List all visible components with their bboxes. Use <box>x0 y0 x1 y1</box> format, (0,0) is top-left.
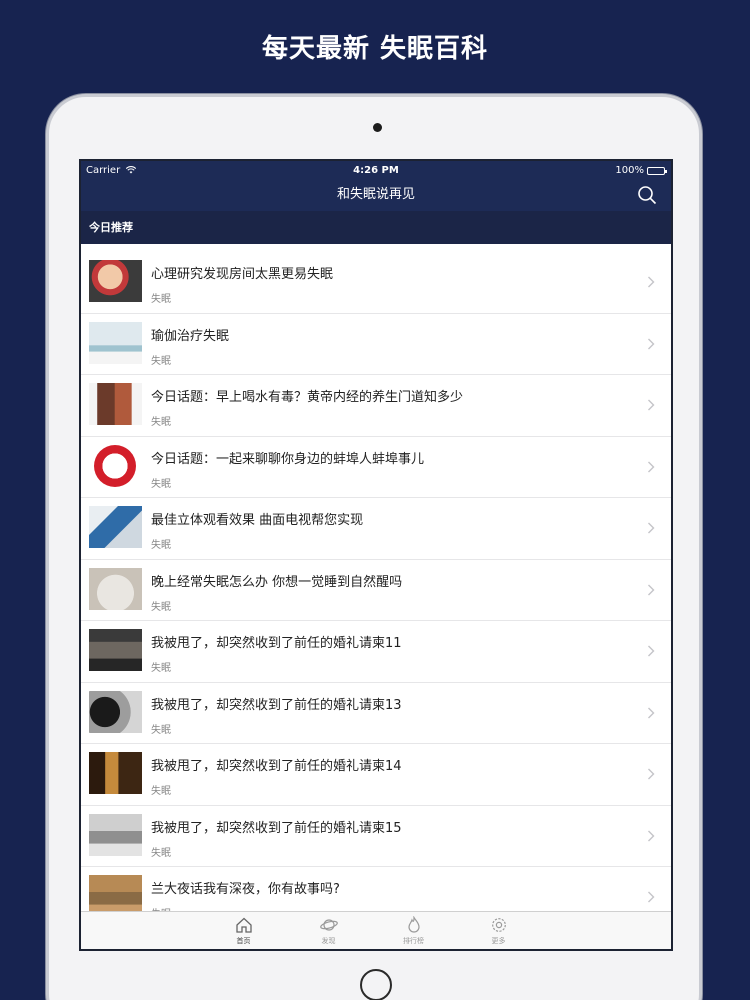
list-item[interactable]: 今日话题：一起来聊聊你身边的蚌埠人蚌埠事儿失眠 <box>81 437 671 498</box>
article-title: 我被甩了，却突然收到了前任的婚礼请柬15 <box>151 820 402 836</box>
tab-gear[interactable]: 更多 <box>456 912 541 949</box>
tab-bar: 首页 发现 排行榜 更多 <box>81 911 671 949</box>
chevron-right-icon <box>648 830 655 841</box>
list-item[interactable]: 晚上经常失眠怎么办 你想一觉睡到自然醒吗失眠 <box>81 560 671 621</box>
status-bar: Carrier 4:26 PM 100% <box>81 161 671 181</box>
gear-icon <box>491 918 506 932</box>
tab-label: 首页 <box>236 937 251 945</box>
chevron-right-icon <box>648 461 655 472</box>
article-category: 失眠 <box>151 478 171 490</box>
flame-icon <box>407 916 420 933</box>
article-title: 晚上经常失眠怎么办 你想一觉睡到自然醒吗 <box>151 574 403 590</box>
article-title: 最佳立体观看效果 曲面电视帮您实现 <box>151 513 364 528</box>
battery-percent: 100% <box>615 165 644 176</box>
article-category: 失眠 <box>151 355 171 367</box>
article-title: 心理研究发现房间太黑更易失眠 <box>151 267 334 282</box>
article-thumbnail <box>89 506 142 548</box>
article-thumbnail <box>89 321 142 364</box>
search-icon[interactable] <box>637 185 657 205</box>
tab-planet[interactable]: 发现 <box>286 912 371 949</box>
ipad-frame: Carrier 4:26 PM 100% 和失眠说再见 今日推荐 心理研究发现房… <box>46 94 702 1000</box>
article-title: 今日话题：早上喝水有毒？黄帝内经的养生门道知多少 <box>151 390 464 405</box>
article-title: 我被甩了，却突然收到了前任的婚礼请柬14 <box>151 759 402 774</box>
article-title: 我被甩了，却突然收到了前任的婚礼请柬13 <box>151 697 402 713</box>
app-screen: Carrier 4:26 PM 100% 和失眠说再见 今日推荐 心理研究发现房… <box>79 159 673 951</box>
home-button[interactable] <box>360 969 392 1000</box>
article-thumbnail <box>89 752 142 794</box>
section-header: 今日推荐 <box>81 211 671 244</box>
article-category: 失眠 <box>151 417 171 428</box>
article-thumbnail <box>89 260 142 302</box>
article-thumbnail <box>89 813 142 856</box>
article-thumbnail <box>89 567 142 610</box>
chevron-right-icon <box>648 768 655 780</box>
article-list: 心理研究发现房间太黑更易失眠 失眠 瑜伽治疗失眠 失眠 今日话题：早上喝水有毒？黄帝内经… <box>81 244 671 929</box>
list-item[interactable]: 我被甩了，却突然收到了前任的婚礼请柬11 失眠 <box>81 621 671 683</box>
list-item[interactable]: 心理研究发现房间太黑更易失眠失眠 <box>81 252 671 314</box>
list-item[interactable]: 今日话题：早上喝水有毒？黄帝内经的养生门道知多少失眠 <box>81 375 671 437</box>
chevron-right-icon <box>648 891 655 903</box>
tab-label: 发现 <box>321 937 336 945</box>
list-item[interactable]: 最佳立体观看效果 曲面电视帮您实现失眠 <box>81 498 671 560</box>
tab-home[interactable]: 首页 <box>201 912 286 949</box>
clock: 4:26 PM <box>353 165 399 176</box>
list-item[interactable]: 我被甩了，却突然收到了前任的婚礼请柬14 失眠 <box>81 744 671 806</box>
article-title: 瑜伽治疗失眠 <box>151 328 230 344</box>
chevron-right-icon <box>648 584 655 595</box>
nav-bar: 和失眠说再见 <box>81 181 671 211</box>
article-title: 我被甩了，却突然收到了前任的婚礼请柬11 <box>151 636 402 651</box>
nav-title: 和失眠说再见 <box>336 187 415 202</box>
article-thumbnail <box>89 383 142 425</box>
article-category: 失眠 <box>151 540 171 551</box>
battery-icon <box>647 167 667 175</box>
camera-dot <box>373 123 382 132</box>
chevron-right-icon <box>648 645 655 657</box>
chevron-right-icon <box>648 338 655 349</box>
article-title: 今日话题：一起来聊聊你身边的蚌埠人蚌埠事儿 <box>151 451 425 467</box>
article-thumbnail <box>89 629 142 671</box>
chevron-right-icon <box>648 707 655 718</box>
chevron-right-icon <box>648 276 655 288</box>
list-item[interactable]: 瑜伽治疗失眠 失眠 <box>81 314 671 375</box>
home-icon <box>235 917 252 933</box>
article-category: 失眠 <box>151 786 171 797</box>
planet-icon <box>319 919 338 931</box>
article-category: 失眠 <box>151 847 171 859</box>
list-item[interactable]: 我被甩了，却突然收到了前任的婚礼请柬15 失眠 <box>81 806 671 867</box>
tab-flame[interactable]: 排行榜 <box>371 912 456 949</box>
chevron-right-icon <box>648 522 655 534</box>
article-thumbnail <box>89 690 142 733</box>
battery-indicator: 100% <box>615 161 667 181</box>
tab-label: 排行榜 <box>403 937 424 945</box>
article-thumbnail <box>94 444 136 487</box>
article-title: 兰大夜话我有深夜，你有故事吗? <box>151 882 340 897</box>
chevron-right-icon <box>648 399 655 411</box>
promo-title: 每天最新 失眠百科 <box>261 34 489 64</box>
list-item[interactable]: 我被甩了，却突然收到了前任的婚礼请柬13 失眠 <box>81 683 671 744</box>
article-category: 失眠 <box>151 724 171 736</box>
article-category: 失眠 <box>151 663 171 674</box>
tab-label: 更多 <box>491 937 506 945</box>
article-category: 失眠 <box>151 294 171 305</box>
article-category: 失眠 <box>151 601 171 613</box>
